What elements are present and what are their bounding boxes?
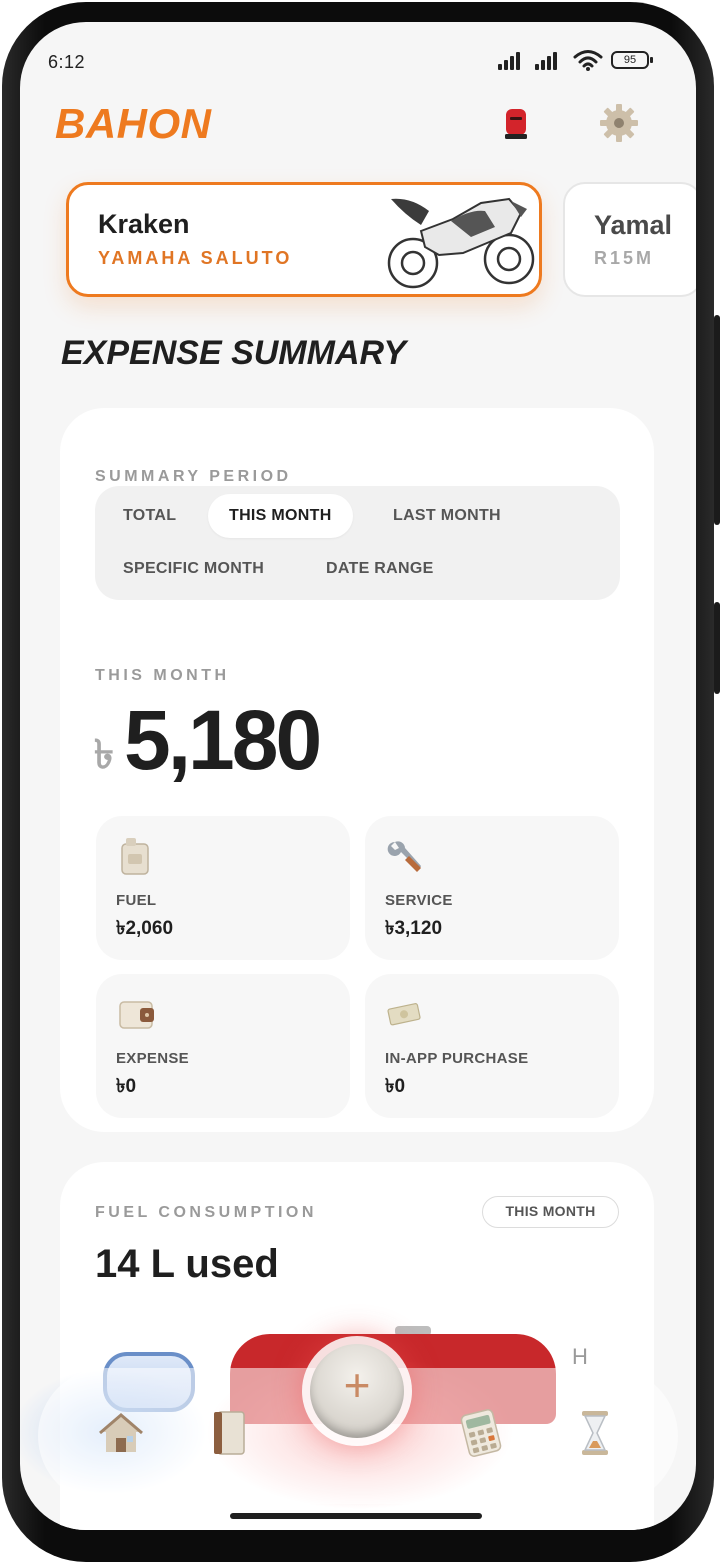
category-tile-in-app-purchase[interactable]: IN-APP PURCHASE ৳0 [365,974,619,1118]
hourglass-icon[interactable] [570,1408,620,1458]
vehicle-name: Yamal [594,210,673,240]
logbook-icon[interactable] [206,1408,256,1458]
category-label: FUEL [116,892,157,909]
fuel-consumption-label: FUEL CONSUMPTION [95,1204,317,1221]
category-tile-expense[interactable]: EXPENSE ৳0 [96,974,350,1118]
vehicle-name: Kraken [98,209,190,239]
currency-symbol: ৳ [94,733,114,777]
fuel-period-badge[interactable]: THIS MONTH [482,1196,619,1228]
calculator-icon[interactable] [456,1408,506,1458]
volume-button [714,315,720,525]
fuel-can-icon [121,838,149,875]
period-last-month[interactable]: LAST MONTH [393,494,501,538]
battery-icon: 95 [611,51,653,69]
total-amount: 5,180 [124,693,322,787]
category-tile-service[interactable]: SERVICE ৳3,120 [365,816,619,960]
category-label: SERVICE [385,892,453,909]
home-indicator[interactable] [230,1513,482,1519]
motorcycle-icon [387,197,535,289]
mailbox-icon[interactable] [504,106,528,140]
period-date-range[interactable]: DATE RANGE [326,547,434,591]
wallet-icon [119,1001,154,1029]
phone-frame: 6:12 95 BAHON Kraken YAMAHA SALUTO Yamal… [0,0,720,1566]
period-selector: TOTAL THIS MONTH LAST MONTH SPECIFIC MON… [95,486,620,600]
summary-period-label: SUMMARY PERIOD [95,468,292,485]
category-value: ৳0 [116,1076,137,1097]
fuel-used: 14 L used [95,1242,279,1286]
total-period-label: THIS MONTH [95,667,230,684]
cash-icon [387,1003,421,1026]
period-specific-month[interactable]: SPECIFIC MONTH [123,547,264,591]
category-label: EXPENSE [116,1050,189,1067]
power-button [714,602,720,694]
app-screen: 6:12 95 BAHON Kraken YAMAHA SALUTO Yamal… [20,22,696,1530]
vehicle-card-selected[interactable]: Kraken YAMAHA SALUTO [66,182,542,297]
category-value: ৳3,120 [385,918,443,939]
category-tile-fuel[interactable]: FUEL ৳2,060 [96,816,350,960]
cell-signal-icon [498,50,520,70]
category-label: IN-APP PURCHASE [385,1050,529,1067]
vehicle-model: YAMAHA SALUTO [98,248,293,268]
vehicle-model: R15M [594,248,655,268]
wrench-icon [387,841,421,872]
gear-icon[interactable] [598,102,640,144]
app-logo: BAHON [55,100,212,147]
category-value: ৳0 [385,1076,406,1097]
status-bar: 6:12 95 [20,22,696,102]
cell-signal-icon-2 [535,50,557,70]
page-title: EXPENSE SUMMARY [61,334,407,372]
status-time: 6:12 [48,52,86,72]
add-button[interactable]: + [310,1344,404,1438]
home-icon[interactable] [96,1408,146,1458]
vehicle-card[interactable]: Yamal R15M [563,182,696,297]
wifi-icon [573,50,603,71]
period-this-month[interactable]: THIS MONTH [208,494,353,538]
category-value: ৳2,060 [116,918,174,939]
expense-summary-card: SUMMARY PERIOD TOTAL THIS MONTH LAST MON… [60,408,654,1132]
add-icon: + [343,1359,371,1411]
period-total[interactable]: TOTAL [123,494,176,538]
